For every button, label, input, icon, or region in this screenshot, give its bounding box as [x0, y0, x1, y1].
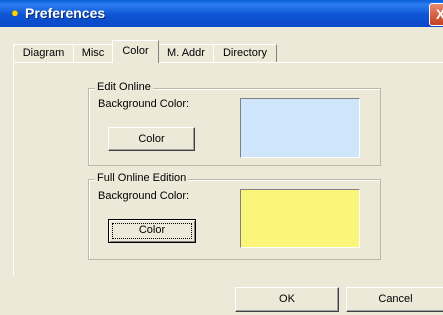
cancel-button[interactable]: Cancel — [346, 287, 443, 312]
title-bar[interactable]: ● Preferences X — [0, 0, 443, 27]
tab-directory[interactable]: Directory — [213, 44, 277, 62]
full-online-bg-label: Background Color: — [98, 190, 190, 202]
full-online-color-button-label: Color — [138, 224, 166, 236]
tab-m-addr[interactable]: M. Addr — [158, 44, 214, 62]
full-online-color-swatch — [240, 189, 360, 248]
close-button[interactable]: X — [429, 3, 443, 26]
tab-misc[interactable]: Misc — [73, 44, 113, 62]
tab-color[interactable]: Color — [112, 40, 159, 63]
edit-online-group: Edit Online Background Color: Color — [88, 81, 381, 166]
preferences-window: ● Preferences X Diagram Misc Color M. Ad… — [0, 0, 443, 315]
full-online-title: Full Online Edition — [95, 172, 189, 184]
window-title: Preferences — [25, 5, 106, 21]
edit-online-title: Edit Online — [95, 81, 153, 93]
tab-diagram[interactable]: Diagram — [13, 44, 74, 62]
color-tab-page: Edit Online Background Color: Color Full… — [13, 62, 443, 276]
edit-online-color-swatch — [240, 98, 360, 158]
full-online-color-button[interactable]: Color — [108, 219, 196, 243]
edit-online-bg-label: Background Color: — [98, 98, 190, 110]
edit-online-color-button[interactable]: Color — [108, 127, 195, 151]
full-online-group: Full Online Edition Background Color: Co… — [88, 172, 381, 260]
ok-button[interactable]: OK — [235, 287, 339, 312]
lightbulb-icon: ● — [11, 5, 19, 20]
